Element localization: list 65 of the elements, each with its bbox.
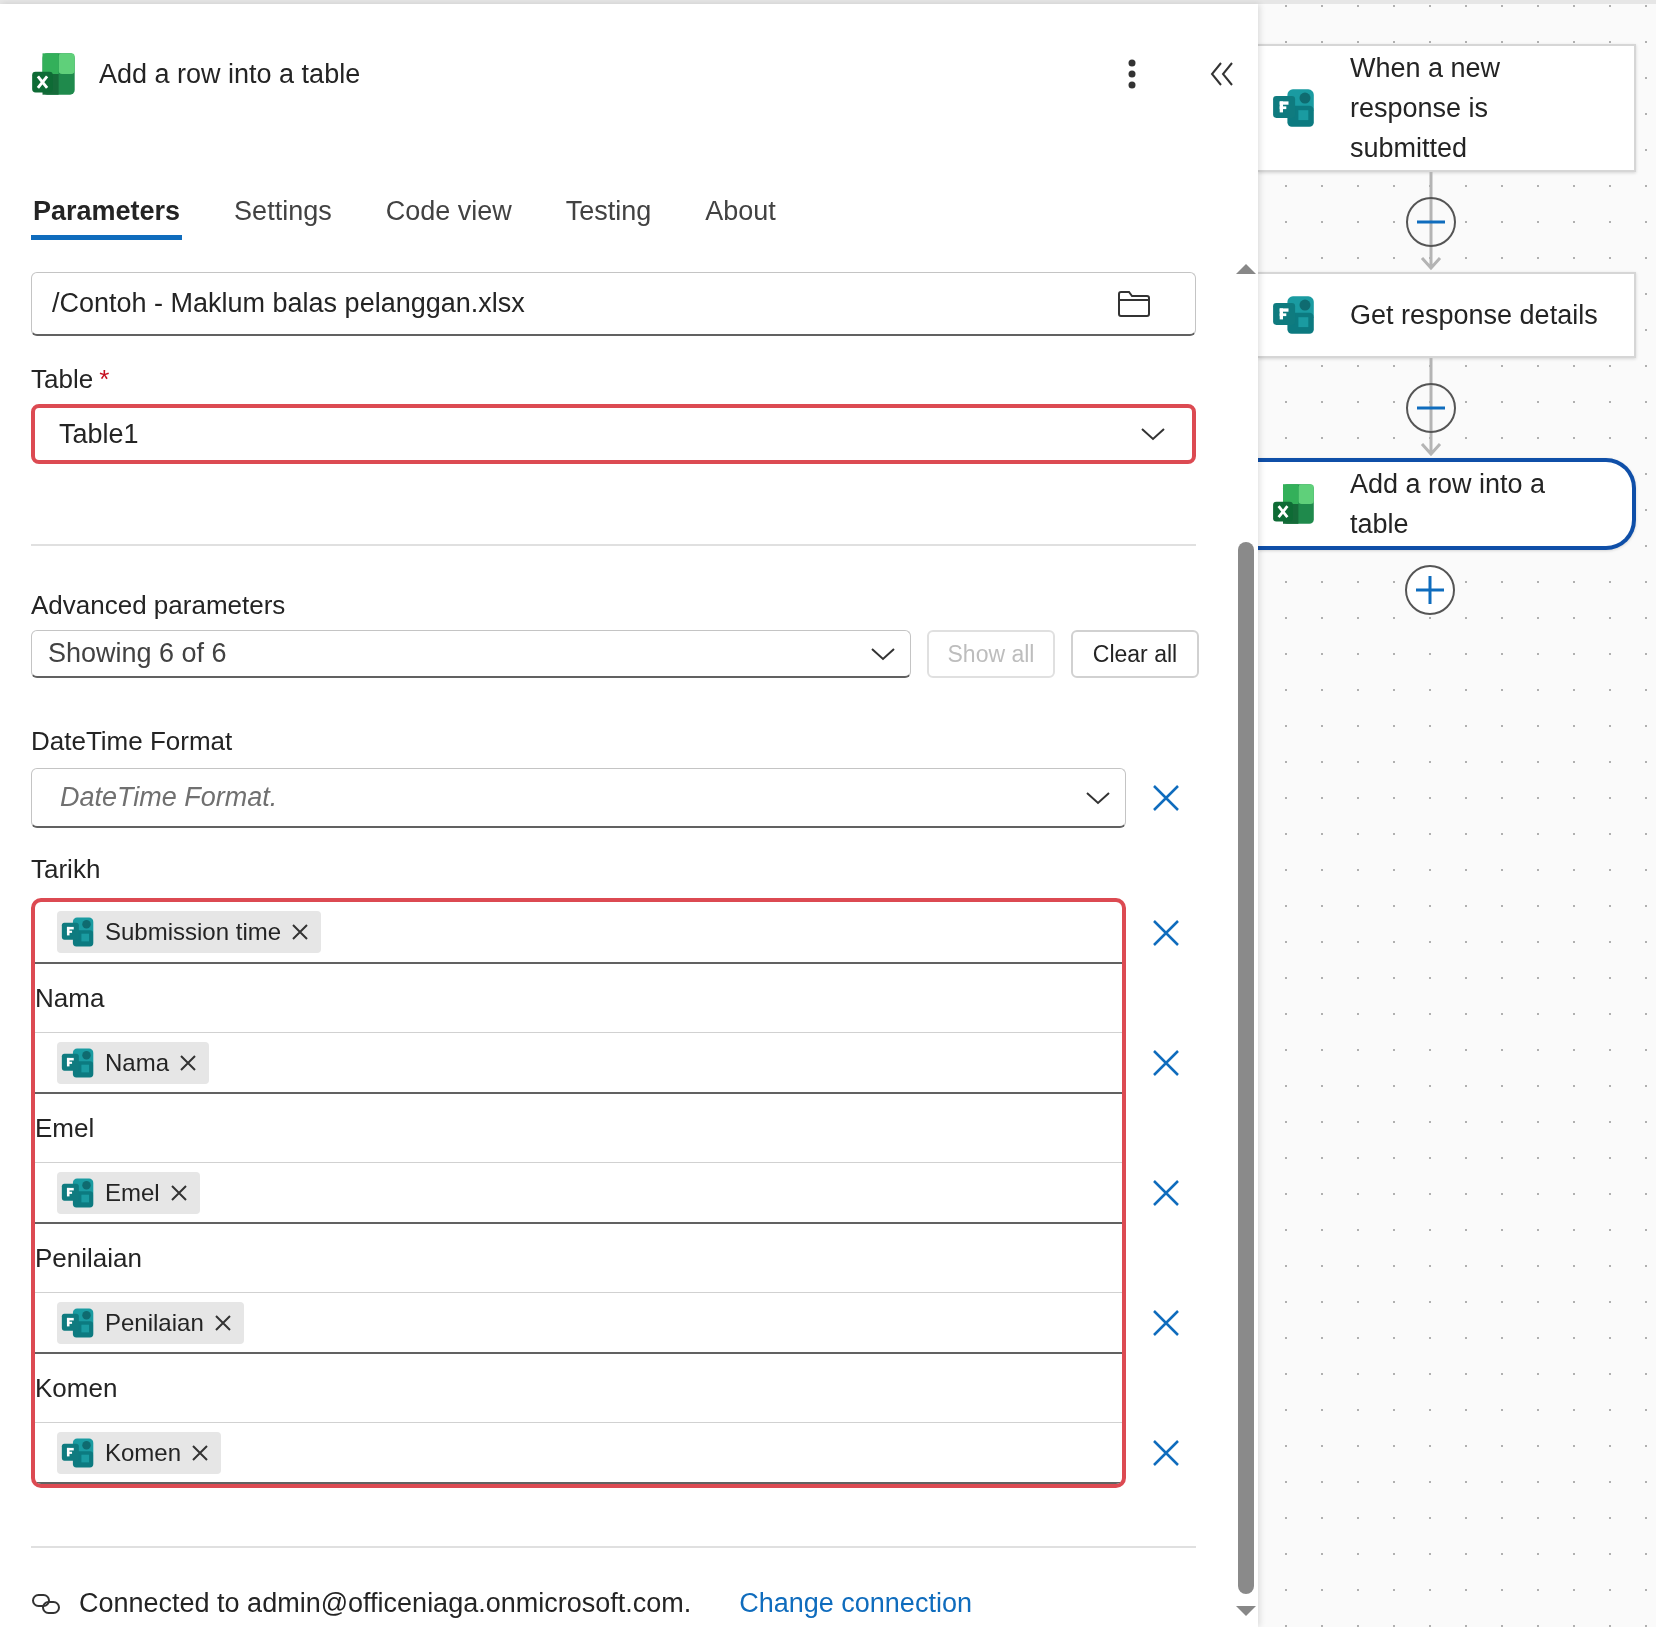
token-field[interactable]: Nama [35, 1032, 1122, 1094]
close-icon[interactable] [1152, 1309, 1180, 1337]
token-field[interactable]: Penilaian [35, 1292, 1122, 1354]
app-icon [1272, 482, 1316, 526]
token-field[interactable]: Komen [35, 1422, 1122, 1484]
app-icon [1272, 86, 1316, 130]
chevron-down-icon [1140, 426, 1166, 442]
flow-step-card[interactable]: Get response details [1258, 272, 1636, 358]
token-chip[interactable]: Submission time [57, 911, 322, 953]
close-icon[interactable] [1152, 919, 1180, 947]
token-chip[interactable]: Komen [57, 1431, 222, 1474]
connection-text: Connected to admin@officeniaga.onmicrosoft.com. [79, 1588, 692, 1619]
remove-icon[interactable] [291, 923, 310, 941]
field-label: Table [31, 364, 94, 394]
tab[interactable]: Settings [232, 188, 334, 240]
app-icon [1272, 293, 1316, 337]
advanced-parameters-dropdown[interactable]: Showing 6 of 6 [31, 630, 911, 678]
field-label: DateTime Format [31, 726, 233, 756]
chevron-down-icon [870, 645, 896, 662]
close-icon[interactable] [1152, 1179, 1180, 1207]
close-icon[interactable] [1152, 1049, 1180, 1077]
token-chip[interactable]: Nama [57, 1041, 210, 1084]
add-step-icon[interactable] [1404, 564, 1456, 616]
flow-step-card[interactable]: Add a row into a table [1258, 458, 1636, 550]
folder-icon[interactable] [1117, 289, 1151, 318]
tab[interactable]: Parameters [31, 188, 183, 240]
tab[interactable]: Testing [563, 188, 654, 240]
remove-icon[interactable] [169, 1183, 188, 1202]
token-chip[interactable]: Emel [57, 1171, 200, 1214]
scrollbar-thumb[interactable] [1238, 542, 1254, 1594]
token-chip[interactable]: Penilaian [57, 1301, 244, 1344]
chevron-down-icon [1085, 789, 1111, 806]
file-field[interactable]: /Contoh - Maklum balas pelanggan.xlsx [31, 272, 1196, 336]
field-label: Emel [35, 1112, 95, 1144]
field-label: Tarikh [31, 854, 101, 884]
scroll-up-icon[interactable] [1236, 262, 1256, 274]
scroll-down-icon[interactable] [1236, 1606, 1256, 1618]
flow-step-card[interactable]: When a new response is submitted [1258, 44, 1636, 172]
panel-title: Add a row into a table [99, 58, 362, 90]
more-options-icon[interactable] [1128, 59, 1136, 89]
table-dropdown[interactable]: Table1 [31, 404, 1196, 464]
tab[interactable]: Code view [383, 188, 514, 240]
action-button[interactable]: Clear all [1071, 630, 1199, 678]
remove-icon[interactable] [179, 1053, 198, 1072]
connector-arrow[interactable] [1404, 172, 1458, 272]
token-field[interactable]: Emel [35, 1162, 1122, 1224]
required-mark: * [99, 364, 110, 394]
close-icon[interactable] [1152, 1439, 1180, 1467]
close-icon[interactable] [1152, 784, 1180, 812]
field-label: Advanced parameters [31, 590, 286, 620]
change-connection-link[interactable]: Change connection [739, 1588, 972, 1619]
field-label: Penilaian [35, 1242, 142, 1274]
link-icon [31, 1592, 61, 1615]
connector-arrow[interactable] [1404, 358, 1458, 458]
datetime-format-input[interactable]: DateTime Format. [58, 781, 1085, 814]
remove-icon[interactable] [191, 1443, 210, 1462]
excel-icon [31, 51, 77, 97]
datetime-format-dropdown[interactable]: DateTime Format. [31, 768, 1126, 828]
field-label: Komen [35, 1372, 118, 1404]
forms-icon [61, 915, 95, 949]
remove-icon[interactable] [213, 1313, 232, 1332]
token-field[interactable]: Submission time [35, 902, 1122, 964]
tab[interactable]: About [703, 188, 778, 240]
field-label: Nama [35, 982, 105, 1014]
collapse-icon[interactable] [1210, 61, 1234, 87]
